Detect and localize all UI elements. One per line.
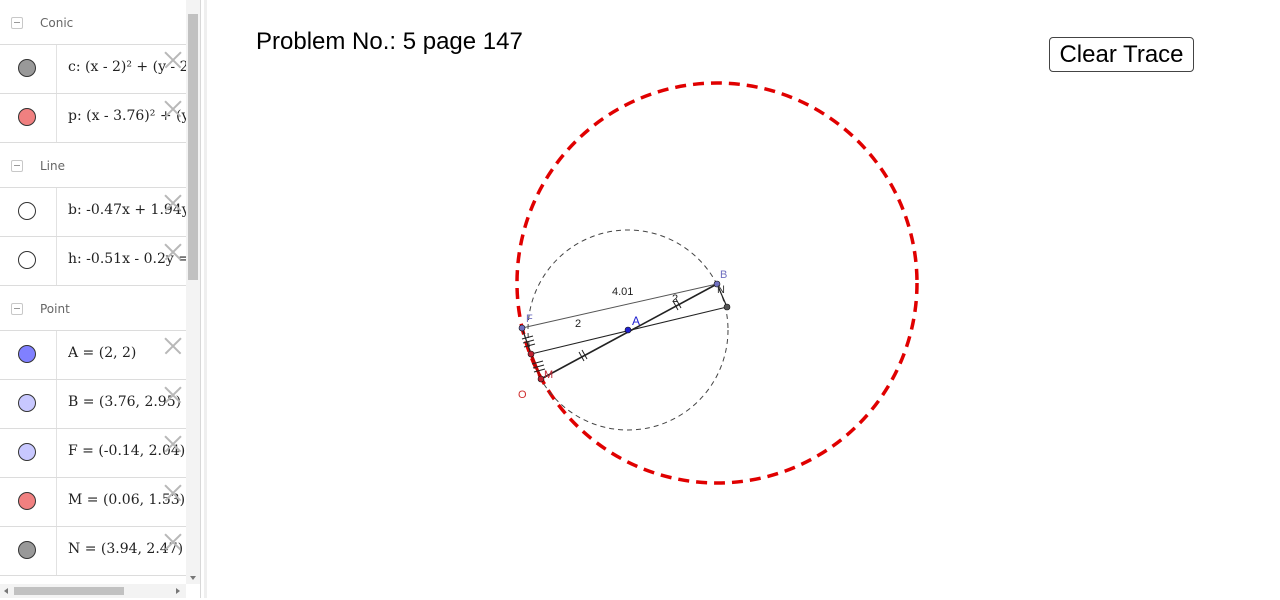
algebra-item-B[interactable]: B = (3.76, 2.95) xyxy=(0,380,186,429)
delete-icon[interactable] xyxy=(162,194,180,212)
visibility-marble-icon[interactable] xyxy=(18,541,36,559)
divider xyxy=(56,331,57,379)
horizontal-scrollbar[interactable] xyxy=(0,584,186,598)
delete-icon[interactable] xyxy=(162,386,180,404)
visibility-marble-icon[interactable] xyxy=(18,492,36,510)
category-point[interactable]: Point xyxy=(0,286,186,331)
delete-icon[interactable] xyxy=(162,533,180,551)
panel-resize-handle[interactable] xyxy=(204,0,207,598)
problem-title: Problem No.: 5 page 147 xyxy=(256,28,523,55)
algebra-item-c[interactable]: c: (x - 2)² + (y - 2)² = 4 xyxy=(0,45,186,94)
algebra-item-M[interactable]: M = (0.06, 1.53) xyxy=(0,478,186,527)
algebra-item-p[interactable]: p: (x - 3.76)² + (y - 2.95)² = 16.1 xyxy=(0,94,186,143)
vertical-scrollbar[interactable] xyxy=(186,0,200,584)
visibility-marble-icon[interactable] xyxy=(18,251,36,269)
category-label: Conic xyxy=(40,16,74,30)
divider xyxy=(56,237,57,285)
delete-icon[interactable] xyxy=(162,337,180,355)
visibility-marble-icon[interactable] xyxy=(18,443,36,461)
category-label: Point xyxy=(40,302,70,316)
graphics-view[interactable] xyxy=(208,0,1280,600)
collapse-icon[interactable] xyxy=(11,17,23,29)
delete-icon[interactable] xyxy=(162,484,180,502)
scroll-down-icon[interactable] xyxy=(190,576,196,580)
visibility-marble-icon[interactable] xyxy=(18,202,36,220)
algebra-view: Conic c: (x - 2)² + (y - 2)² = 4 p: (x -… xyxy=(0,0,201,598)
visibility-marble-icon[interactable] xyxy=(18,394,36,412)
collapse-icon[interactable] xyxy=(11,303,23,315)
algebra-item-N[interactable]: N = (3.94, 2.47) xyxy=(0,527,186,576)
divider xyxy=(56,45,57,93)
visibility-marble-icon[interactable] xyxy=(18,345,36,363)
category-conic[interactable]: Conic xyxy=(0,0,186,45)
algebra-item-A[interactable]: A = (2, 2) xyxy=(0,331,186,380)
visibility-marble-icon[interactable] xyxy=(18,59,36,77)
delete-icon[interactable] xyxy=(162,51,180,69)
delete-icon[interactable] xyxy=(162,435,180,453)
category-line[interactable]: Line xyxy=(0,143,186,188)
divider xyxy=(56,94,57,142)
visibility-marble-icon[interactable] xyxy=(18,108,36,126)
delete-icon[interactable] xyxy=(162,100,180,118)
algebra-item-F[interactable]: F = (-0.14, 2.04) xyxy=(0,429,186,478)
scroll-left-icon[interactable] xyxy=(4,588,8,594)
divider xyxy=(56,429,57,477)
algebra-item-h[interactable]: h: -0.51x - 0.2y = -1.42 xyxy=(0,237,186,286)
collapse-icon[interactable] xyxy=(11,160,23,172)
divider xyxy=(56,478,57,526)
divider xyxy=(56,188,57,236)
horizontal-scroll-thumb[interactable] xyxy=(14,587,124,595)
category-label: Line xyxy=(40,159,66,173)
algebra-item-b[interactable]: b: -0.47x + 1.94y = 4.02 xyxy=(0,188,186,237)
clear-trace-button[interactable]: Clear Trace xyxy=(1049,37,1194,72)
scroll-right-icon[interactable] xyxy=(176,588,180,594)
divider xyxy=(56,527,57,575)
delete-icon[interactable] xyxy=(162,243,180,261)
vertical-scroll-thumb[interactable] xyxy=(188,14,198,280)
divider xyxy=(56,380,57,428)
